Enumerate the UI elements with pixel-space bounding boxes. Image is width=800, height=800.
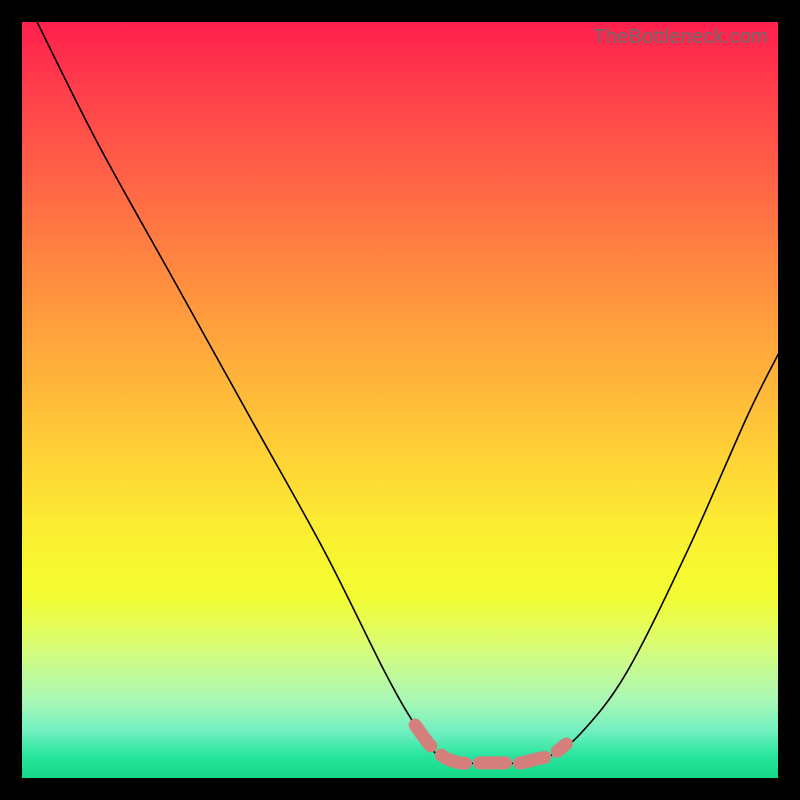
chart-plot-area: TheBottleneck.com: [22, 22, 778, 778]
bottleneck-curve: [37, 22, 778, 763]
chart-svg: [22, 22, 778, 778]
highlight-segment: [415, 725, 566, 763]
chart-frame: TheBottleneck.com: [0, 0, 800, 800]
